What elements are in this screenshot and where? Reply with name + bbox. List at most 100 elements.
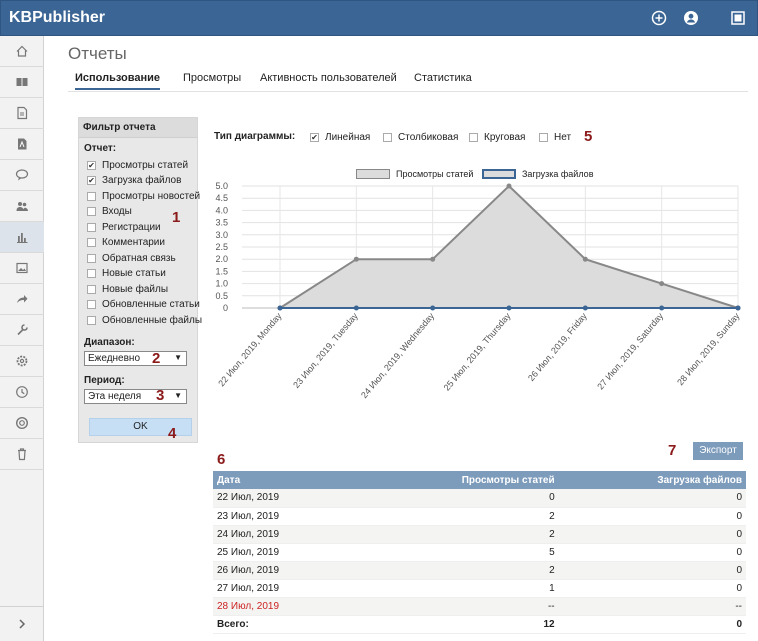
checkbox[interactable]: ✔: [87, 160, 96, 170]
checkbox[interactable]: [87, 300, 96, 309]
sidebar-item-export[interactable]: [0, 284, 44, 315]
sidebar-collapse-button[interactable]: [0, 606, 44, 641]
user-circle-icon[interactable]: [683, 10, 699, 26]
period-select[interactable]: Эта неделя ▼: [84, 389, 187, 404]
report-option[interactable]: Просмотры новостей: [87, 189, 200, 203]
table-cell-views: 0: [354, 489, 559, 508]
period-label: Период:: [84, 375, 125, 386]
report-option-label: Обратная связь: [102, 252, 176, 264]
checkbox[interactable]: ✔: [310, 132, 319, 142]
callout-7: 7: [668, 442, 677, 459]
report-option[interactable]: Комментарии: [87, 236, 165, 250]
add-circle-icon[interactable]: [651, 10, 667, 26]
report-option[interactable]: Обратная связь: [87, 251, 176, 265]
sidebar-item-users[interactable]: [0, 191, 44, 222]
report-option[interactable]: Новые файлы: [87, 282, 168, 296]
table-row: 27 Июл, 2019 1 0: [213, 579, 746, 598]
column-header-date[interactable]: Дата: [213, 471, 355, 489]
export-button[interactable]: Экспорт: [693, 442, 743, 460]
sidebar-item-log[interactable]: [0, 377, 44, 408]
checkbox[interactable]: ✔: [87, 176, 96, 185]
report-table: Дата Просмотры статей Загрузка файлов 22…: [213, 471, 746, 634]
report-option[interactable]: ✔ Просмотры статей: [87, 158, 188, 172]
column-header-files[interactable]: Загрузка файлов: [558, 471, 746, 489]
chart-type-bar[interactable]: Столбиковая: [383, 130, 458, 144]
data-point-views: [430, 256, 436, 262]
x-tick-label: 25 Июл, 2019, Thursday: [442, 310, 513, 392]
report-option-label: Просмотры новостей: [102, 190, 201, 202]
checkbox[interactable]: [87, 207, 96, 216]
checkbox[interactable]: [87, 191, 96, 201]
column-header-views[interactable]: Просмотры статей: [354, 471, 559, 489]
clock-icon: [16, 386, 28, 398]
sidebar-item-articles[interactable]: [0, 98, 44, 129]
tab-statistics[interactable]: Статистика: [414, 72, 472, 84]
y-tick-label: 3.5: [215, 218, 228, 228]
chart-type-pie[interactable]: Круговая: [469, 130, 525, 144]
report-option-label: Обновленные статьи: [102, 299, 200, 310]
sidebar-item-knowledge-base[interactable]: [0, 67, 44, 98]
sidebar-item-help[interactable]: [0, 408, 44, 439]
sidebar-item-tools[interactable]: [0, 315, 44, 346]
filter-title: Фильтр отчета: [79, 118, 197, 138]
document-icon: [17, 106, 28, 120]
tab-user-activity[interactable]: Активность пользователей: [260, 72, 397, 84]
table-cell-files: 0: [558, 525, 746, 544]
tabs-divider: [68, 91, 748, 92]
checkbox[interactable]: [539, 132, 548, 142]
tab-views[interactable]: Просмотры: [183, 72, 241, 84]
table-row: 24 Июл, 2019 2 0: [213, 525, 746, 544]
range-label: Диапазон:: [84, 337, 135, 348]
table-total-files: 0: [558, 615, 746, 634]
data-point-files: [506, 305, 512, 311]
data-point-views: [353, 256, 359, 262]
table-cell-views: --: [354, 597, 559, 616]
ok-button[interactable]: OK: [89, 418, 192, 436]
callout-4: 4: [168, 425, 177, 442]
report-option[interactable]: Обновленные статьи: [87, 298, 200, 312]
report-option[interactable]: Обновленные файлы: [87, 313, 202, 327]
data-point-views: [506, 183, 512, 189]
table-cell-files: 0: [558, 579, 746, 598]
app-title[interactable]: KBPublisher: [9, 9, 105, 27]
chart-type-option-label: Нет: [554, 131, 572, 143]
chart-type-line[interactable]: ✔ Линейная: [310, 130, 370, 144]
y-tick-label: 5.0: [215, 181, 228, 191]
report-option-label: Просмотры статей: [102, 159, 189, 171]
sidebar-item-trash[interactable]: [0, 439, 44, 470]
data-point-views: [659, 281, 665, 287]
checkbox[interactable]: [87, 315, 96, 325]
window-icon[interactable]: [730, 10, 746, 26]
report-option[interactable]: Входы: [87, 205, 132, 219]
sidebar-item-settings[interactable]: [0, 346, 44, 377]
report-option[interactable]: Регистрации: [87, 220, 161, 234]
sidebar: [0, 36, 44, 641]
checkbox[interactable]: [469, 132, 478, 142]
chart-type-none[interactable]: Нет: [539, 130, 571, 144]
range-select[interactable]: Ежедневно ▼: [84, 351, 187, 366]
callout-2: 2: [152, 350, 161, 367]
y-tick-label: 0.5: [215, 291, 228, 301]
sidebar-item-home[interactable]: [0, 36, 44, 67]
sidebar-item-files[interactable]: [0, 129, 44, 160]
table-cell-views: 2: [354, 507, 559, 526]
sidebar-item-feedback[interactable]: [0, 160, 44, 191]
table-cell-files: 0: [558, 561, 746, 580]
report-option[interactable]: Новые статьи: [87, 267, 166, 281]
checkbox[interactable]: [383, 132, 392, 142]
checkbox[interactable]: [87, 269, 96, 278]
tab-usage[interactable]: Использование: [75, 72, 161, 90]
chevron-right-icon: [19, 619, 26, 629]
x-tick-label: 22 Июл, 2019, Monday: [216, 310, 284, 388]
sidebar-item-design[interactable]: [0, 253, 44, 284]
checkbox[interactable]: [87, 284, 96, 294]
checkbox[interactable]: [87, 253, 96, 263]
sidebar-item-reports[interactable]: [0, 222, 44, 253]
table-header-row: Дата Просмотры статей Загрузка файлов: [213, 471, 746, 489]
report-option[interactable]: ✔ Загрузка файлов: [87, 174, 181, 188]
checkbox[interactable]: [87, 238, 96, 247]
chart-type-option-label: Столбиковая: [398, 131, 459, 143]
checkbox[interactable]: [87, 222, 96, 232]
table-cell-date: 23 Июл, 2019: [213, 507, 355, 526]
y-tick-label: 2.0: [215, 254, 228, 264]
